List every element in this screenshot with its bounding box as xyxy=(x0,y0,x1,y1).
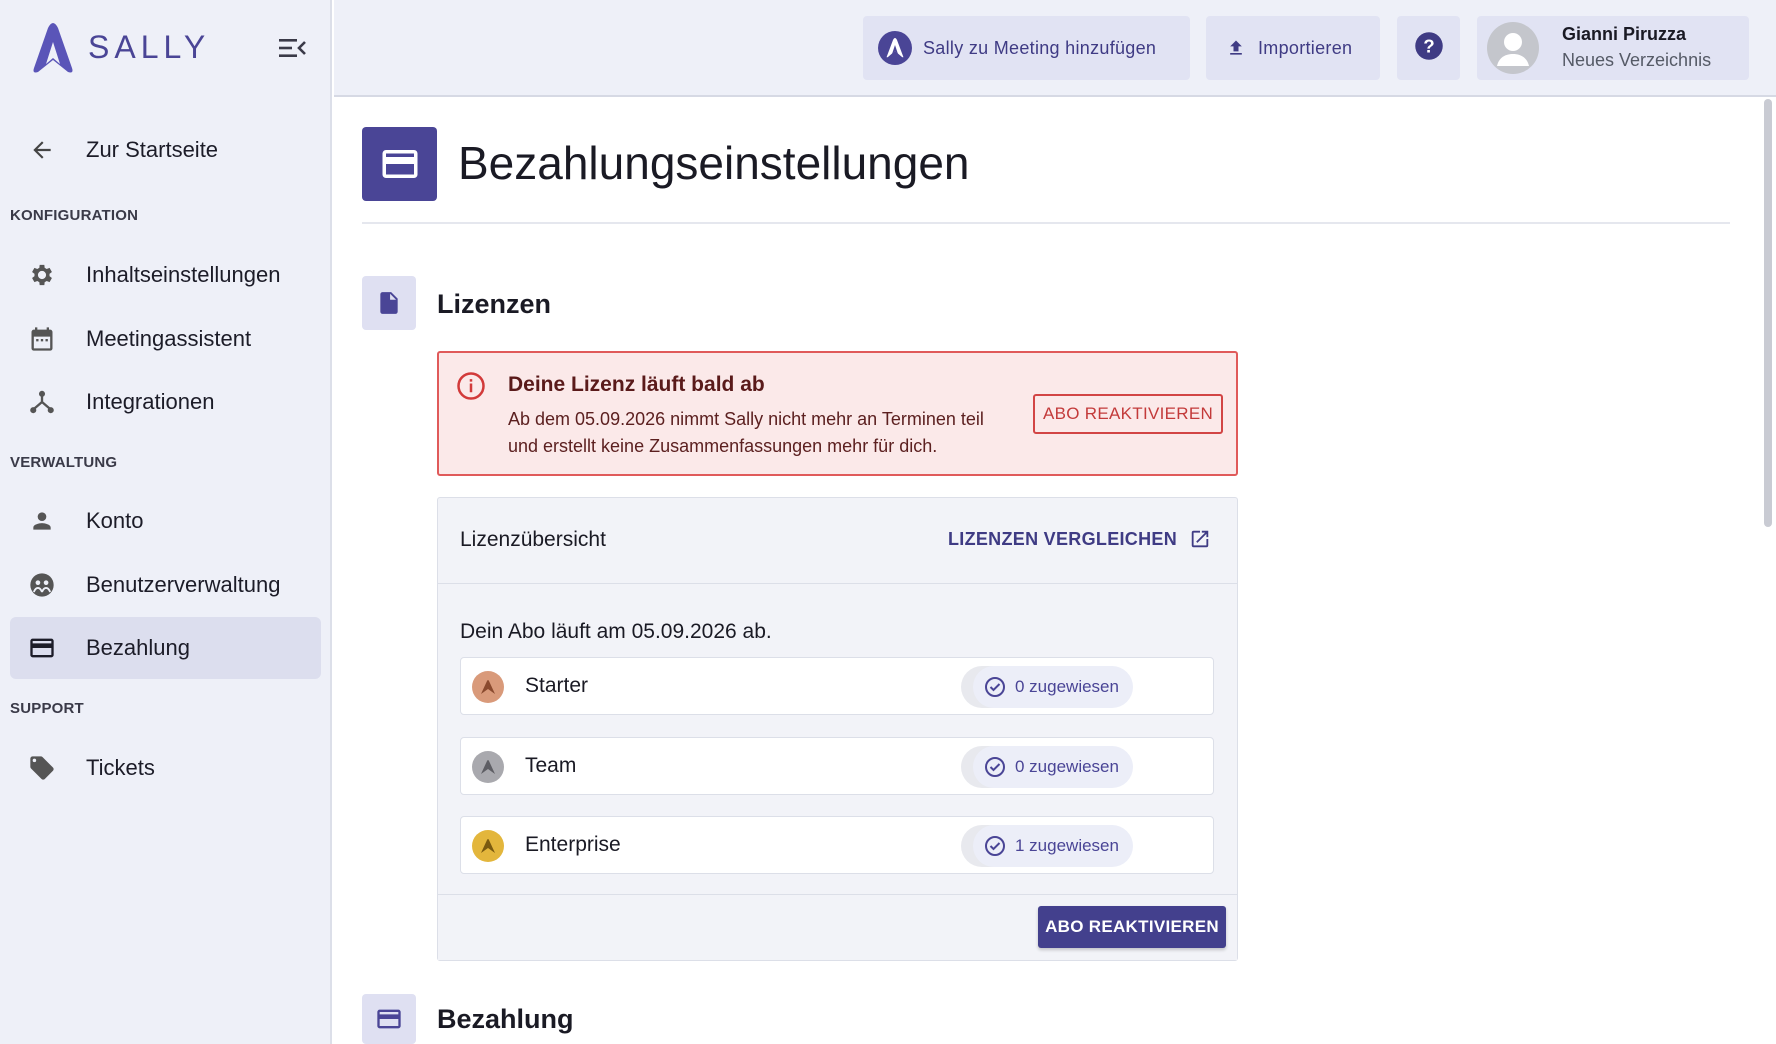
card-header: Lizenzübersicht LIZENZEN VERGLEICHEN xyxy=(438,498,1237,584)
sally-logo-icon xyxy=(33,23,73,73)
import-button[interactable]: Importieren xyxy=(1206,16,1380,80)
alert-line-1: Ab dem 05.09.2026 nimmt Sally nicht mehr… xyxy=(508,409,984,429)
arrow-left-icon xyxy=(28,136,56,164)
license-row-enterprise: Enterprise 0 frei 1 zugewiesen xyxy=(460,816,1214,874)
document-icon xyxy=(362,276,416,330)
sidebar-item-label: Tickets xyxy=(86,755,155,780)
section-title-payment: Bezahlung xyxy=(437,1004,574,1034)
external-link-icon xyxy=(1189,528,1211,550)
assigned-count-chip[interactable]: 1 zugewiesen xyxy=(973,825,1133,867)
user-directory: Neues Verzeichnis xyxy=(1562,50,1712,70)
reactivate-subscription-button[interactable]: ABO REAKTIVIEREN xyxy=(1033,394,1223,434)
enterprise-medal-icon xyxy=(472,830,504,862)
sidebar-item-tickets[interactable]: Tickets xyxy=(10,737,321,799)
back-to-home[interactable]: Zur Startseite xyxy=(10,119,321,181)
section-konfiguration: KONFIGURATION xyxy=(10,207,139,224)
assigned-label: 0 zugewiesen xyxy=(1015,757,1119,776)
import-label: Importieren xyxy=(1258,37,1353,58)
avatar xyxy=(1487,22,1539,74)
upload-icon xyxy=(1226,38,1246,63)
sidebar-item-bezahlung[interactable]: Bezahlung xyxy=(10,617,321,679)
sidebar-item-integrationen[interactable]: Integrationen xyxy=(10,371,321,433)
compare-licenses-link[interactable]: LIZENZEN VERGLEICHEN xyxy=(948,528,1211,550)
person-icon xyxy=(28,507,56,535)
user-menu[interactable]: Gianni Piruzza Neues Verzeichnis xyxy=(1477,16,1749,80)
sidebar-item-label: Inhaltseinstellungen xyxy=(86,262,281,287)
calendar-icon xyxy=(28,325,56,353)
info-icon xyxy=(456,371,486,406)
alert-line-2: und erstellt keine Zusammenfassungen meh… xyxy=(508,436,938,456)
sidebar-item-label: Bezahlung xyxy=(86,635,190,660)
starter-medal-icon xyxy=(472,671,504,703)
section-title-licenses: Lizenzen xyxy=(437,289,552,319)
sidebar-item-meetingassistent[interactable]: Meetingassistent xyxy=(10,308,321,370)
sidebar-item-label: Meetingassistent xyxy=(86,326,252,351)
sidebar-item-label: Konto xyxy=(86,508,144,533)
license-row-starter: Starter 2 frei 0 zugewiesen xyxy=(460,657,1214,715)
alert-message: Ab dem 05.09.2026 nimmt Sally nicht mehr… xyxy=(508,406,1028,460)
sidebar: SALLY Zur Startseite KONFIGURATION Inhal… xyxy=(0,0,332,1044)
section-verwaltung: VERWALTUNG xyxy=(10,454,118,471)
collapse-menu-icon[interactable] xyxy=(278,36,308,60)
gear-icon xyxy=(28,261,56,289)
back-label: Zur Startseite xyxy=(86,137,219,162)
subscription-expiry-text: Dein Abo läuft am 05.09.2026 ab. xyxy=(460,620,772,643)
help-icon: ? xyxy=(1414,31,1444,66)
license-name: Starter xyxy=(525,674,589,697)
reactivate-subscription-primary-button[interactable]: ABO REAKTIVIEREN xyxy=(1038,906,1226,948)
license-overview-card: Lizenzübersicht LIZENZEN VERGLEICHEN Dei… xyxy=(437,497,1238,961)
users-icon xyxy=(28,571,56,599)
sally-logo-icon xyxy=(877,30,913,71)
svg-text:?: ? xyxy=(1423,35,1434,56)
sidebar-item-label: Benutzerverwaltung xyxy=(86,572,281,597)
alert-title: Deine Lizenz läuft bald ab xyxy=(508,373,765,396)
add-sally-to-meeting-button[interactable]: Sally zu Meeting hinzufügen xyxy=(863,16,1190,80)
check-circle-icon xyxy=(985,836,1005,856)
assigned-count-chip[interactable]: 0 zugewiesen xyxy=(973,746,1133,788)
credit-card-icon xyxy=(362,127,437,201)
sidebar-item-benutzerverwaltung[interactable]: Benutzerverwaltung xyxy=(10,554,321,616)
user-name: Gianni Piruzza xyxy=(1562,24,1687,44)
check-circle-icon xyxy=(985,677,1005,697)
logo-text: SALLY xyxy=(88,28,211,65)
card-footer: ABO REAKTIVIEREN xyxy=(438,894,1237,960)
license-name: Team xyxy=(525,754,577,777)
assigned-label: 1 zugewiesen xyxy=(1015,836,1119,855)
tag-icon xyxy=(28,754,56,782)
add-meeting-label: Sally zu Meeting hinzufügen xyxy=(923,37,1157,58)
credit-card-icon xyxy=(362,994,416,1044)
topbar: Sally zu Meeting hinzufügen Importieren … xyxy=(334,0,1776,97)
section-support: SUPPORT xyxy=(10,700,84,717)
sidebar-item-inhaltseinstellungen[interactable]: Inhaltseinstellungen xyxy=(10,244,321,306)
check-circle-icon xyxy=(985,757,1005,777)
help-button[interactable]: ? xyxy=(1397,16,1460,80)
license-name: Enterprise xyxy=(525,833,621,856)
page-title: Bezahlungseinstellungen xyxy=(458,137,970,189)
scrollbar[interactable] xyxy=(1764,99,1772,527)
divider xyxy=(362,222,1730,224)
credit-card-icon xyxy=(28,634,56,662)
sally-logo[interactable]: SALLY xyxy=(26,20,210,74)
sidebar-item-konto[interactable]: Konto xyxy=(10,490,321,552)
assigned-label: 0 zugewiesen xyxy=(1015,677,1119,696)
integrations-icon xyxy=(28,388,56,416)
team-medal-icon xyxy=(472,751,504,783)
compare-licenses-label: LIZENZEN VERGLEICHEN xyxy=(947,528,1177,549)
card-title: Lizenzübersicht xyxy=(460,528,606,551)
license-row-team: Team 1 frei 0 zugewiesen xyxy=(460,737,1214,795)
assigned-count-chip[interactable]: 0 zugewiesen xyxy=(973,666,1133,708)
license-expiry-alert: Deine Lizenz läuft bald ab Ab dem 05.09.… xyxy=(437,351,1238,476)
sidebar-item-label: Integrationen xyxy=(86,389,215,414)
